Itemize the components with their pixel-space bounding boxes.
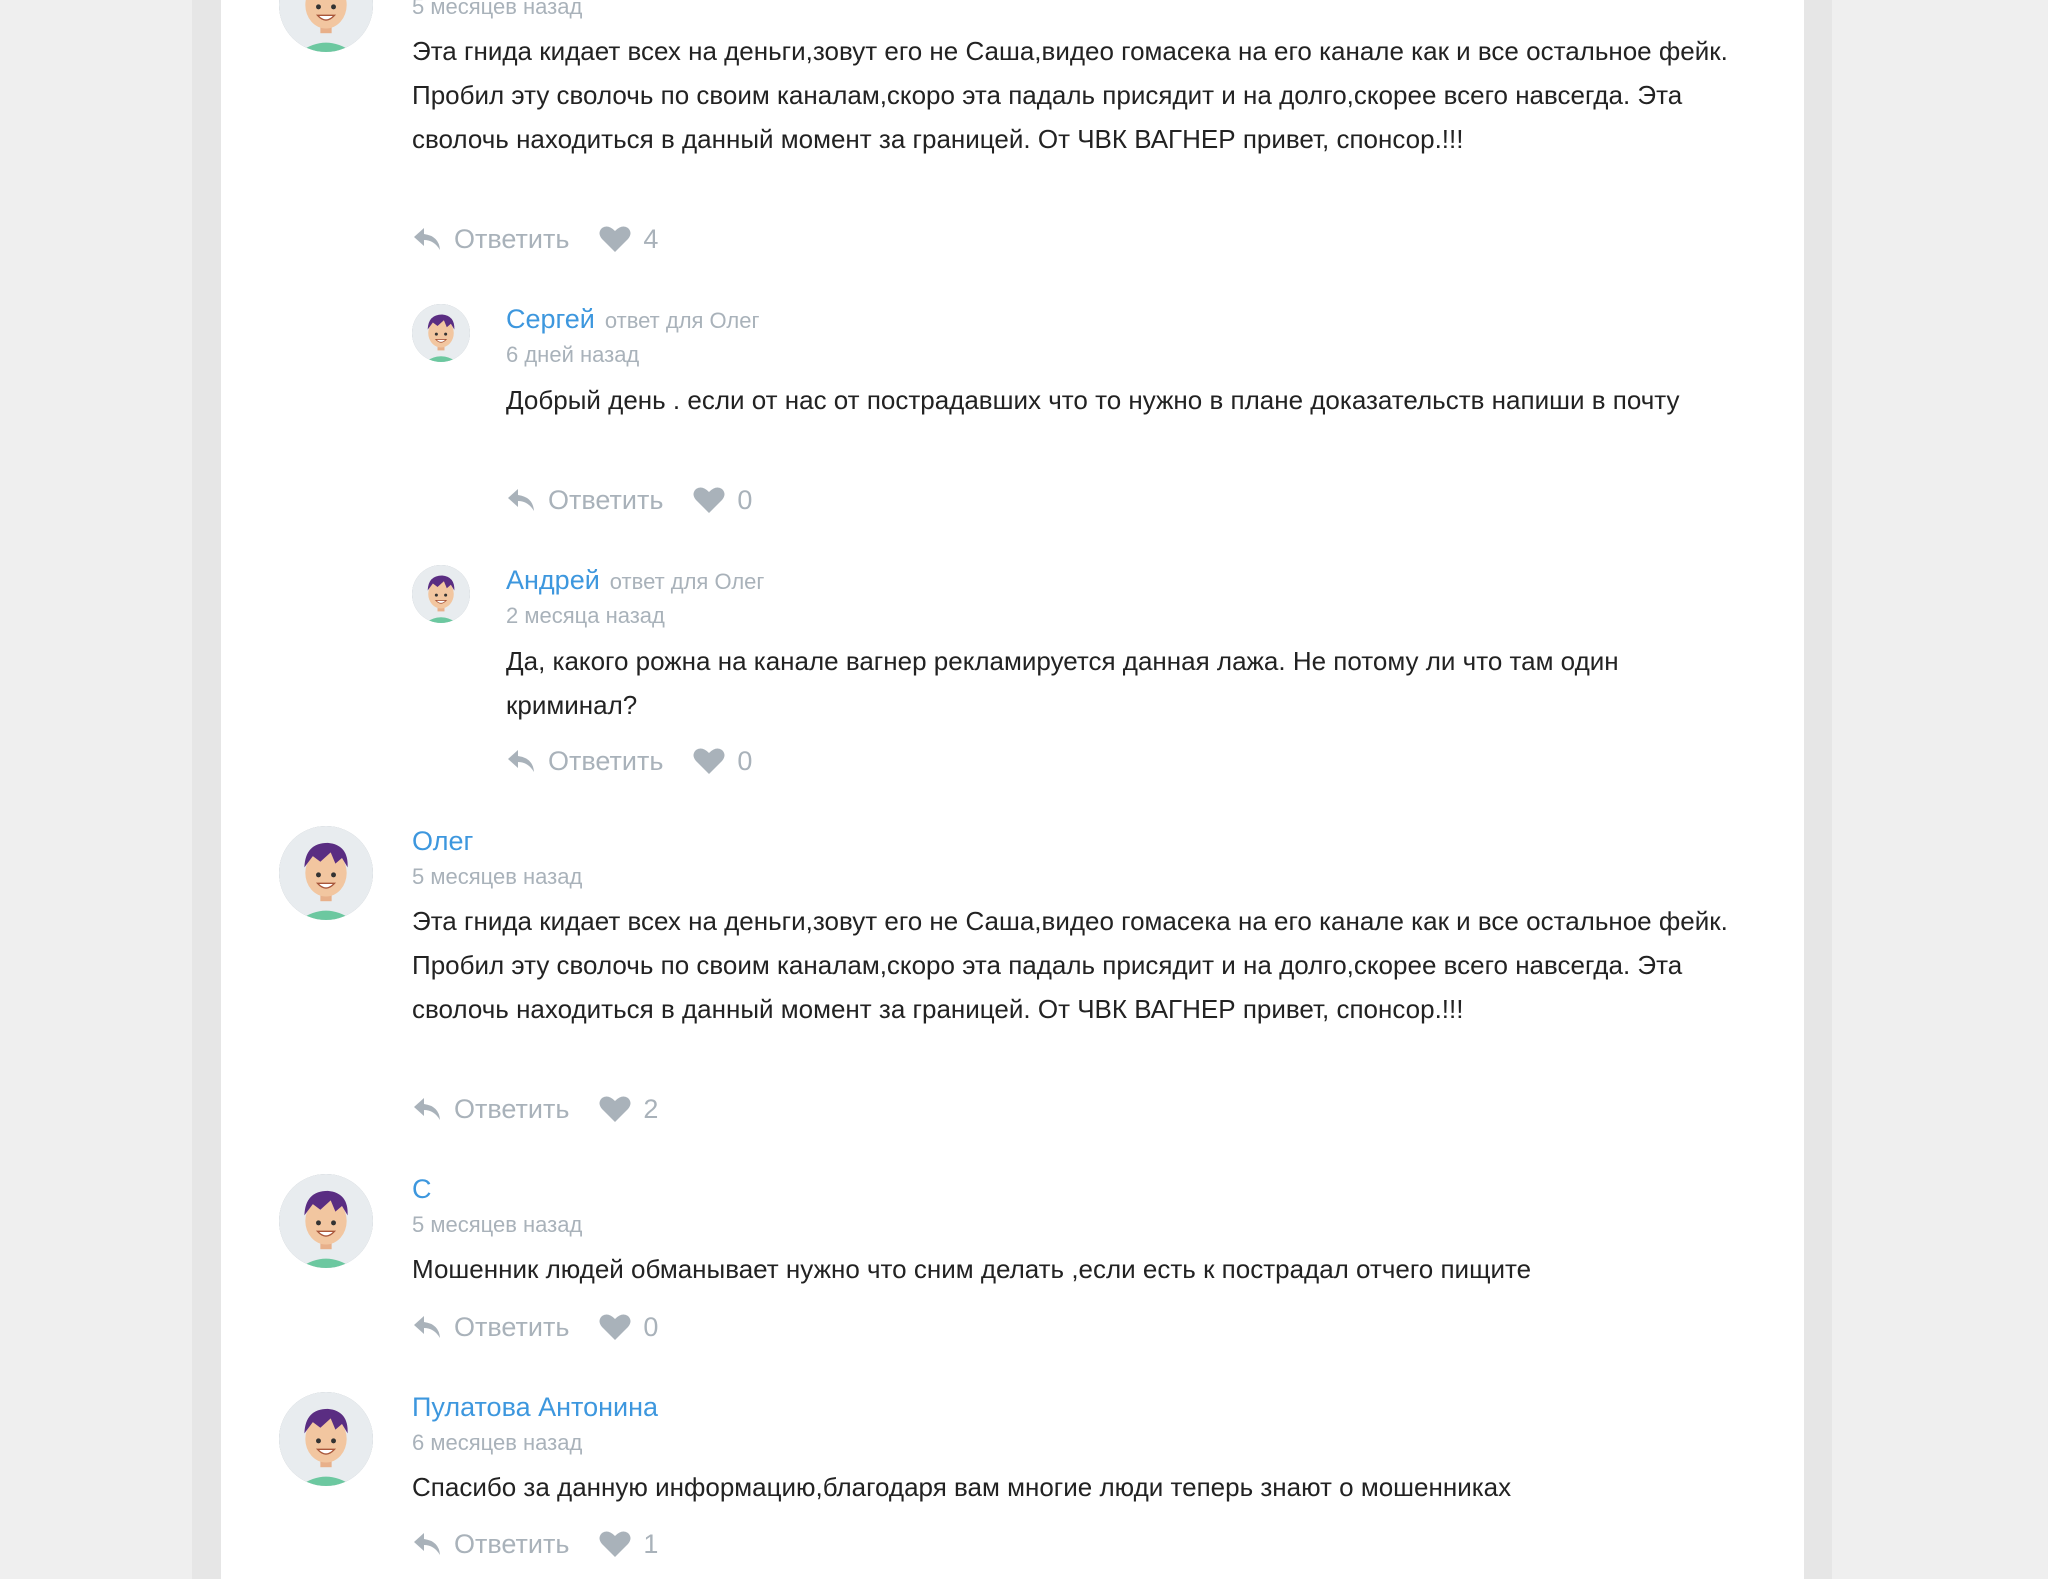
like-button[interactable]: 1 <box>599 1529 658 1560</box>
user-avatar-icon <box>412 304 470 362</box>
reply-button[interactable]: Ответить <box>412 1529 569 1560</box>
like-button[interactable]: 4 <box>599 224 658 255</box>
comment-date: 5 месяцев назад <box>412 864 583 889</box>
user-avatar-icon <box>412 565 470 623</box>
comment-actions: Ответить 0 <box>506 744 752 778</box>
like-count: 2 <box>643 1093 659 1124</box>
like-button[interactable]: 0 <box>693 485 752 516</box>
comment-actions: Ответить 0 <box>506 483 752 517</box>
avatar[interactable] <box>412 304 470 362</box>
reply-icon <box>508 489 534 511</box>
comment-text: Спасибо за данную информацию,благодаря в… <box>412 1472 1512 1502</box>
comment-date: 2 месяца назад <box>506 603 665 628</box>
comment-actions: Ответить 1 <box>412 1527 658 1561</box>
reply-to-label: ответ для Олег <box>609 569 765 594</box>
comment-date: 6 месяцев назад <box>412 1430 583 1455</box>
like-button[interactable]: 0 <box>599 1312 658 1343</box>
like-count: 0 <box>643 1311 659 1342</box>
comment-text: Эта гнида кидает всех на деньги,зовут ег… <box>412 906 1728 1024</box>
reply-label: Ответить <box>454 1311 570 1342</box>
reply-button[interactable]: Ответить <box>412 1312 569 1343</box>
comment-author[interactable]: С <box>412 1174 432 1205</box>
user-avatar-icon <box>279 1392 373 1486</box>
heart-icon <box>599 1531 631 1557</box>
avatar[interactable] <box>412 565 470 623</box>
comment-author[interactable]: Андрей ответ для Олег <box>506 565 764 596</box>
reply-button[interactable]: Ответить <box>506 746 663 777</box>
user-avatar-icon <box>279 0 373 52</box>
reply-label: Ответить <box>548 745 664 776</box>
like-count: 1 <box>643 1528 659 1559</box>
comment-actions: Ответить 2 <box>412 1092 658 1126</box>
comment-actions: Ответить 0 <box>412 1310 658 1344</box>
author-name[interactable]: Пулатова Антонина <box>412 1392 658 1422</box>
user-avatar-icon <box>279 1174 373 1268</box>
reply-label: Ответить <box>454 223 570 254</box>
reply-button[interactable]: Ответить <box>506 485 663 516</box>
reply-button[interactable]: Ответить <box>412 224 569 255</box>
like-button[interactable]: 2 <box>599 1094 658 1125</box>
avatar[interactable] <box>279 0 373 52</box>
user-avatar-icon <box>279 826 373 920</box>
heart-icon <box>693 748 725 774</box>
author-name[interactable]: С <box>412 1174 432 1204</box>
like-count: 0 <box>737 484 753 515</box>
comment-author[interactable]: Пулатова Антонина <box>412 1392 658 1423</box>
like-button[interactable]: 0 <box>693 746 752 777</box>
reply-icon <box>414 1316 440 1338</box>
reply-icon <box>508 750 534 772</box>
comments-card: 5 месяцев назад Эта гнида кидает всех на… <box>221 0 1804 1579</box>
comment-date: 6 дней назад <box>506 342 640 367</box>
avatar[interactable] <box>279 1392 373 1486</box>
comment-date: 5 месяцев назад <box>412 1212 583 1237</box>
reply-label: Ответить <box>548 484 664 515</box>
comment-text: Эта гнида кидает всех на деньги,зовут ег… <box>412 36 1728 154</box>
reply-icon <box>414 1533 440 1555</box>
comment: 5 месяцев назад Эта гнида кидает всех на… <box>221 0 1804 260</box>
comment-author[interactable]: Олег <box>412 826 473 857</box>
reply-to-label: ответ для Олег <box>604 308 760 333</box>
like-count: 4 <box>643 223 659 254</box>
comment-author[interactable]: Сергей ответ для Олег <box>506 304 760 335</box>
comment-text: Добрый день . если от нас от пострадавши… <box>506 385 1680 415</box>
comment-text: Мошенник людей обманывает нужно что сним… <box>412 1254 1532 1284</box>
reply-label: Ответить <box>454 1528 570 1559</box>
reply-label: Ответить <box>454 1093 570 1124</box>
like-count: 0 <box>737 745 753 776</box>
avatar[interactable] <box>279 1174 373 1268</box>
comment-date: 5 месяцев назад <box>412 0 583 19</box>
avatar[interactable] <box>279 826 373 920</box>
comment-text: Да, какого рожна на канале вагнер реклам… <box>506 646 1619 720</box>
author-name[interactable]: Андрей <box>506 565 600 595</box>
author-name[interactable]: Олег <box>412 826 473 856</box>
author-name[interactable]: Сергей <box>506 304 595 334</box>
heart-icon <box>693 487 725 513</box>
heart-icon <box>599 1314 631 1340</box>
heart-icon <box>599 226 631 252</box>
reply-icon <box>414 1098 440 1120</box>
comment-actions: Ответить 4 <box>412 222 658 256</box>
reply-button[interactable]: Ответить <box>412 1094 569 1125</box>
reply-icon <box>414 228 440 250</box>
heart-icon <box>599 1096 631 1122</box>
